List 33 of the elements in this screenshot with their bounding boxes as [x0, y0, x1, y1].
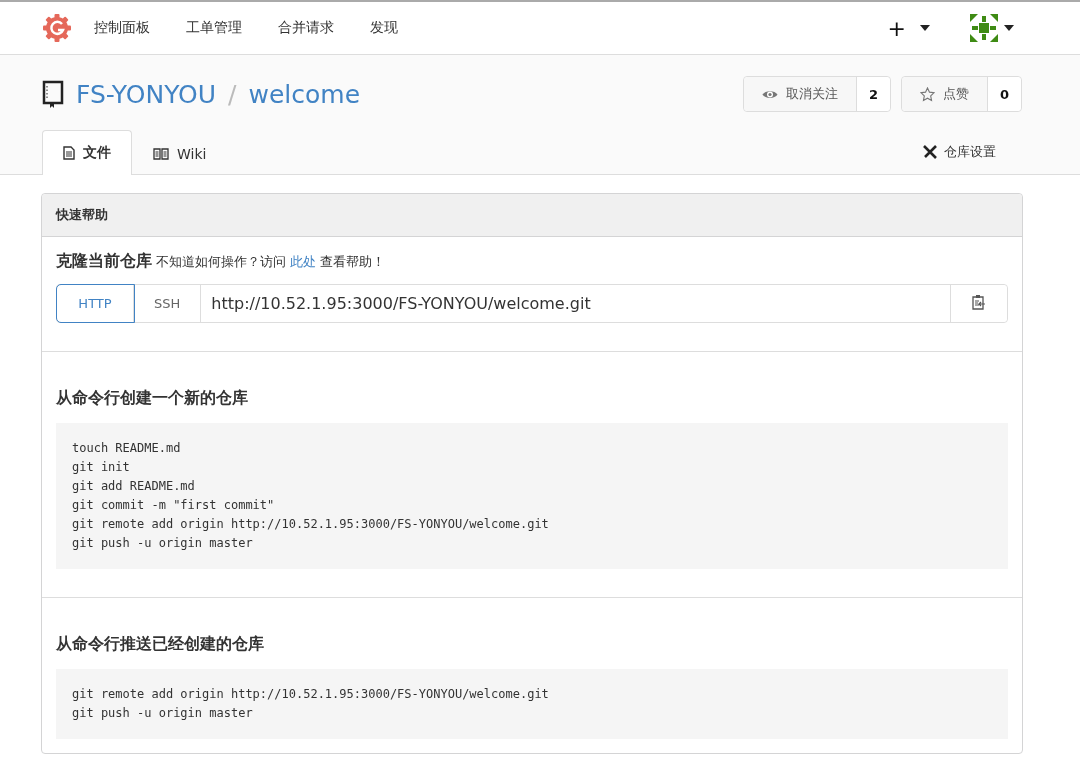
- nav-link[interactable]: 工单管理: [186, 19, 242, 37]
- book-icon: [153, 147, 169, 160]
- nav-link[interactable]: 控制面板: [94, 19, 150, 37]
- code-block: touch README.md git init git add README.md git commit -m "first commit" git remote add origin http://10.52.1.95:3000/FS-YONYOU/welcome.git git push -u origin master: [56, 423, 1008, 569]
- book-icon: [42, 80, 64, 108]
- create-button[interactable]: +: [887, 15, 906, 41]
- section-heading: 从命令行创建一个新的仓库: [56, 388, 249, 409]
- avatar-icon[interactable]: [970, 14, 998, 42]
- settings-link[interactable]: 仓库设置: [916, 130, 1002, 174]
- path-separator: /: [228, 79, 237, 109]
- gear-logo-icon[interactable]: [42, 13, 72, 43]
- document-icon: [63, 146, 75, 160]
- protocol-button[interactable]: HTTP: [57, 285, 134, 322]
- tab[interactable]: 文件: [42, 130, 132, 175]
- caret-icon[interactable]: [1004, 25, 1014, 31]
- owner-link[interactable]: FS-YONYOU: [76, 79, 217, 109]
- caret-icon[interactable]: [920, 25, 930, 31]
- star-icon: [919, 86, 935, 102]
- section-heading: 从命令行推送已经创建的仓库: [56, 634, 265, 655]
- code-block: git remote add origin http://10.52.1.95:3000/FS-YONYOU/welcome.git git push -u origin master: [56, 669, 1008, 739]
- clone-url-field[interactable]: HTTP SSH http://10.52.1.95:3000/FS-YONYOU/welcome.git: [56, 284, 1008, 323]
- watch-button[interactable]: 取消关注 2: [742, 76, 891, 112]
- copy-button[interactable]: [950, 285, 1007, 322]
- clipboard-icon: [972, 294, 986, 310]
- tab[interactable]: Wiki: [132, 131, 228, 175]
- nav-link[interactable]: 发现: [370, 19, 398, 37]
- panel-title: 快速帮助: [42, 194, 1022, 237]
- eye-icon: [761, 88, 778, 100]
- clone-hint: 克隆当前仓库 不知道如何操作？访问 此处 查看帮助！: [56, 251, 387, 272]
- help-link[interactable]: 此处: [290, 254, 317, 269]
- nav-link[interactable]: 合并请求: [278, 19, 334, 37]
- star-button[interactable]: 点赞 0: [900, 76, 1022, 112]
- repo-name-link[interactable]: welcome: [248, 79, 361, 109]
